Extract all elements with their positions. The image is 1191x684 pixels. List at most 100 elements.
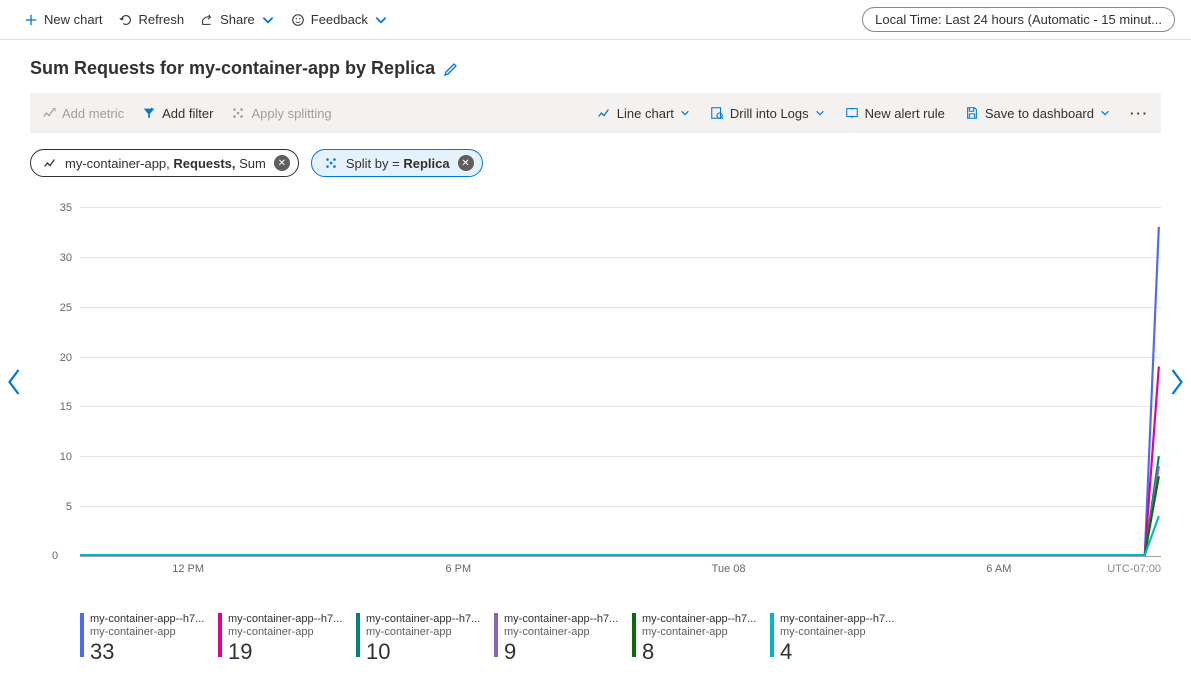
x-tick: 6 AM — [986, 563, 1011, 575]
legend-color-swatch — [494, 613, 498, 657]
new-chart-label: New chart — [44, 12, 103, 27]
legend-series-sub: my-container-app — [90, 626, 204, 639]
remove-split-pill-button[interactable]: ✕ — [458, 155, 474, 171]
chevron-down-icon — [261, 13, 275, 27]
prev-chart-button[interactable] — [4, 367, 24, 397]
x-tick: 6 PM — [446, 563, 472, 575]
chart-title: Sum Requests for my-container-app by Rep… — [30, 58, 435, 79]
drill-into-logs-button[interactable]: Drill into Logs — [710, 106, 825, 121]
refresh-icon — [119, 13, 133, 27]
chart-title-row: Sum Requests for my-container-app by Rep… — [0, 40, 1191, 93]
remove-metric-pill-button[interactable]: ✕ — [274, 155, 290, 171]
feedback-label: Feedback — [311, 12, 368, 27]
metric-pill-resource: my-container-app, — [65, 156, 173, 171]
legend-series-name: my-container-app--h7... — [780, 613, 894, 626]
save-icon — [965, 106, 979, 120]
new-alert-label: New alert rule — [865, 106, 945, 121]
split-pill[interactable]: Split by = Replica ✕ — [311, 149, 483, 177]
legend-series-name: my-container-app--h7... — [504, 613, 618, 626]
new-alert-rule-button[interactable]: New alert rule — [845, 106, 945, 121]
legend-color-swatch — [632, 613, 636, 657]
pencil-icon[interactable] — [443, 61, 459, 77]
legend-item[interactable]: my-container-app--h7... my-container-app… — [632, 613, 770, 666]
add-metric-icon — [42, 106, 56, 120]
legend-color-swatch — [80, 613, 84, 657]
legend-item[interactable]: my-container-app--h7... my-container-app… — [218, 613, 356, 666]
legend-color-swatch — [356, 613, 360, 657]
split-prefix: Split by = — [346, 156, 403, 171]
time-range-selector[interactable]: Local Time: Last 24 hours (Automatic - 1… — [862, 7, 1175, 32]
x-tick: Tue 08 — [712, 563, 746, 575]
legend-series-sub: my-container-app — [780, 626, 894, 639]
metric-pill-metric: Requests, — [173, 156, 239, 171]
split-pill-icon — [324, 156, 338, 170]
legend-series-value: 8 — [642, 639, 756, 665]
query-pills-row: my-container-app, Requests, Sum ✕ Split … — [0, 133, 1191, 187]
new-chart-button[interactable]: New chart — [24, 12, 103, 27]
chevron-down-icon — [680, 108, 690, 118]
legend-series-value: 4 — [780, 639, 894, 665]
metric-pill-agg: Sum — [239, 156, 266, 171]
legend-color-swatch — [770, 613, 774, 657]
legend-row: my-container-app--h7... my-container-app… — [0, 607, 1191, 666]
feedback-button[interactable]: Feedback — [291, 12, 388, 27]
legend-series-value: 19 — [228, 639, 342, 665]
logs-icon — [710, 106, 724, 120]
legend-series-sub: my-container-app — [366, 626, 480, 639]
legend-series-value: 9 — [504, 639, 618, 665]
legend-item[interactable]: my-container-app--h7... my-container-app… — [356, 613, 494, 666]
y-tick: 30 — [60, 252, 72, 264]
legend-series-name: my-container-app--h7... — [228, 613, 342, 626]
legend-series-name: my-container-app--h7... — [366, 613, 480, 626]
refresh-label: Refresh — [139, 12, 185, 27]
legend-item[interactable]: my-container-app--h7... my-container-app… — [770, 613, 908, 666]
x-tick: 12 PM — [172, 563, 204, 575]
y-tick: 0 — [52, 550, 58, 562]
next-chart-button[interactable] — [1167, 367, 1187, 397]
save-dashboard-label: Save to dashboard — [985, 106, 1094, 121]
plus-icon — [24, 13, 38, 27]
alert-icon — [845, 106, 859, 120]
add-filter-button[interactable]: Add filter — [142, 106, 213, 121]
line-chart-icon — [597, 106, 611, 120]
add-metric-label: Add metric — [62, 106, 124, 121]
metric-pill-icon — [43, 156, 57, 170]
metric-pill[interactable]: my-container-app, Requests, Sum ✕ — [30, 149, 299, 177]
splitting-icon — [231, 106, 245, 120]
legend-series-sub: my-container-app — [642, 626, 756, 639]
split-value: Replica — [403, 156, 449, 171]
share-icon — [200, 13, 214, 27]
chart-container: 35 30 25 20 15 10 5 0 12 PM 6 PM Tue 08 … — [30, 207, 1161, 607]
apply-splitting-button[interactable]: Apply splitting — [231, 106, 331, 121]
refresh-button[interactable]: Refresh — [119, 12, 185, 27]
drill-logs-label: Drill into Logs — [730, 106, 809, 121]
legend-color-swatch — [218, 613, 222, 657]
legend-series-sub: my-container-app — [504, 626, 618, 639]
legend-series-name: my-container-app--h7... — [642, 613, 756, 626]
chevron-down-icon — [815, 108, 825, 118]
top-toolbar: New chart Refresh Share Feedback Local T… — [0, 0, 1191, 40]
legend-item[interactable]: my-container-app--h7... my-container-app… — [494, 613, 632, 666]
filter-icon — [142, 106, 156, 120]
chart-type-selector[interactable]: Line chart — [597, 106, 690, 121]
y-tick: 5 — [66, 501, 72, 513]
add-metric-button[interactable]: Add metric — [42, 106, 124, 121]
chart-type-label: Line chart — [617, 106, 674, 121]
apply-splitting-label: Apply splitting — [251, 106, 331, 121]
y-tick: 20 — [60, 352, 72, 364]
chart-plot-area[interactable]: 35 30 25 20 15 10 5 0 12 PM 6 PM Tue 08 … — [80, 207, 1161, 557]
chevron-down-icon — [374, 13, 388, 27]
timezone-label: UTC-07:00 — [1107, 563, 1161, 575]
smiley-icon — [291, 13, 305, 27]
y-tick: 25 — [60, 302, 72, 314]
share-button[interactable]: Share — [200, 12, 275, 27]
metric-toolbar: Add metric Add filter Apply splitting Li… — [30, 93, 1161, 133]
legend-item[interactable]: my-container-app--h7... my-container-app… — [80, 613, 218, 666]
chart-lines — [80, 207, 1161, 556]
chevron-down-icon — [1100, 108, 1110, 118]
legend-series-value: 33 — [90, 639, 204, 665]
legend-series-value: 10 — [366, 639, 480, 665]
y-tick: 35 — [60, 202, 72, 214]
save-to-dashboard-button[interactable]: Save to dashboard — [965, 106, 1110, 121]
more-button[interactable]: ··· — [1130, 106, 1149, 121]
